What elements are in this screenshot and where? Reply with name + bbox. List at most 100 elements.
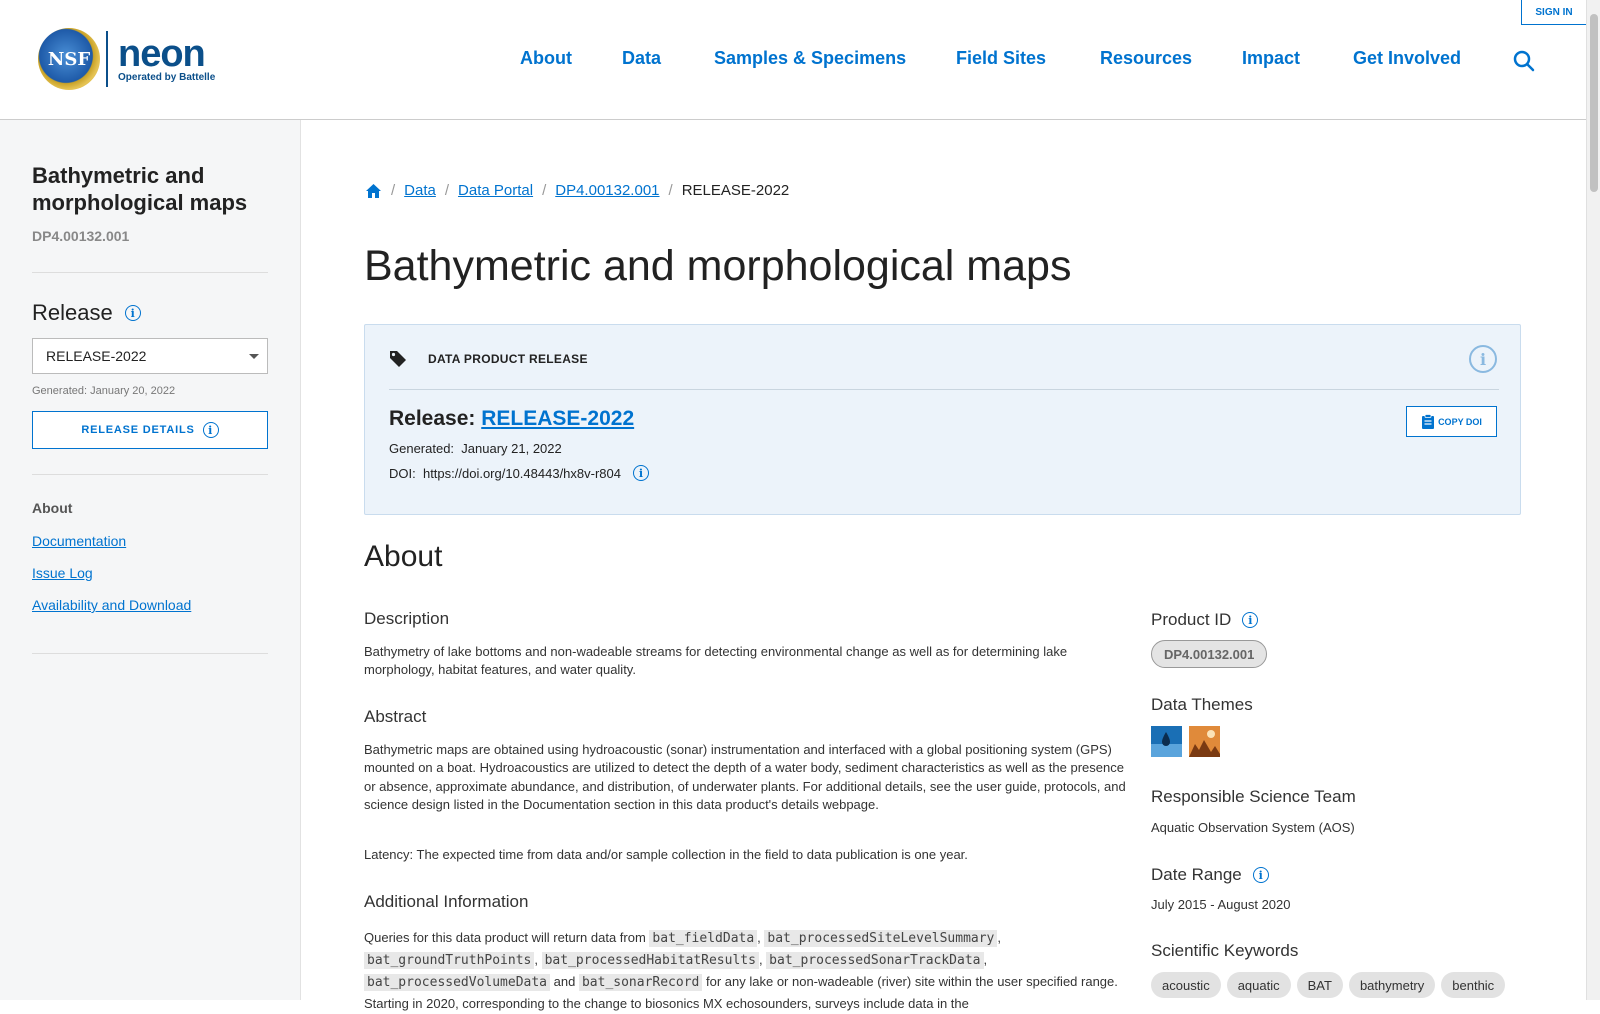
about-heading: About: [364, 540, 443, 573]
date-range-heading-text: Date Range: [1151, 865, 1242, 884]
release-heading-text: Release: [32, 300, 113, 325]
sidebar-link-availability-download[interactable]: Availability and Download: [32, 597, 191, 613]
keyword-chip[interactable]: BAT: [1296, 972, 1343, 998]
release-link[interactable]: RELEASE-2022: [481, 407, 634, 430]
copy-doi-button[interactable]: COPY DOI: [1406, 406, 1497, 437]
nav-samples-specimens[interactable]: Samples & Specimens: [714, 48, 906, 69]
info-icon[interactable]: i: [1469, 345, 1497, 373]
operated-by-text: Operated by Battelle: [118, 71, 216, 83]
page-title: Bathymetric and morphological maps: [364, 242, 1072, 290]
info-icon[interactable]: i: [1242, 612, 1259, 628]
table-name: bat_processedSiteLevelSummary: [764, 930, 998, 947]
neon-logo[interactable]: NSF neon Operated by Battelle: [38, 28, 215, 90]
product-id-chip: DP4.00132.001: [1151, 640, 1268, 668]
keywords-list: acoustic aquatic BAT bathymetry benthic: [1151, 972, 1506, 998]
breadcrumb-current: RELEASE-2022: [681, 182, 790, 199]
sign-in-button[interactable]: SIGN IN: [1521, 0, 1587, 25]
breadcrumb-data-portal[interactable]: Data Portal: [458, 182, 533, 199]
neon-name: neon: [118, 32, 206, 75]
search-icon[interactable]: [1512, 49, 1536, 73]
water-drop-icon[interactable]: [1151, 726, 1182, 757]
generated-label: Generated:: [389, 441, 455, 456]
keyword-chip[interactable]: bathymetry: [1348, 972, 1436, 998]
breadcrumb-separator: /: [391, 182, 396, 199]
description-text: Bathymetry of lake bottoms and non-wadea…: [364, 644, 1068, 678]
keyword-chip[interactable]: benthic: [1441, 972, 1506, 998]
neon-wordmark: neon Operated by Battelle: [118, 32, 216, 83]
product-id-heading: Product ID i: [1151, 610, 1259, 630]
release-panel-title: DATA PRODUCT RELEASE: [428, 352, 588, 366]
release-panel-divider: [389, 389, 1499, 390]
breadcrumb-separator: /: [668, 182, 673, 199]
keywords-heading: Scientific Keywords: [1151, 941, 1299, 960]
and-word: and: [553, 974, 576, 989]
doi-label: DOI:: [389, 465, 416, 481]
nsf-seal-logo: NSF: [38, 28, 100, 90]
abstract-text: Bathymetric maps are obtained using hydr…: [364, 742, 1126, 812]
release-select-value: RELEASE-2022: [46, 348, 147, 364]
logo-divider: [106, 31, 108, 87]
tag-icon: [389, 350, 407, 368]
sidebar-about-heading: About: [32, 500, 73, 516]
data-product-release-panel: DATA PRODUCT RELEASE i Release: RELEASE-…: [364, 324, 1521, 515]
team-value: Aquatic Observation System (AOS): [1151, 820, 1355, 835]
nav-resources[interactable]: Resources: [1100, 48, 1192, 69]
info-icon[interactable]: i: [1252, 867, 1269, 883]
sidebar-link-documentation[interactable]: Documentation: [32, 533, 126, 549]
additional-info-heading: Additional Information: [364, 892, 529, 911]
table-name: bat_fieldData: [649, 930, 758, 947]
nav-field-sites[interactable]: Field Sites: [956, 48, 1046, 69]
abstract-heading: Abstract: [364, 707, 427, 726]
breadcrumb: / Data / Data Portal / DP4.00132.001 / R…: [365, 182, 789, 199]
additional-prefix: Queries for this data product will retur…: [364, 930, 646, 945]
keyword-chip[interactable]: acoustic: [1151, 972, 1221, 998]
sidebar-link-issue-log[interactable]: Issue Log: [32, 565, 93, 581]
breadcrumb-data[interactable]: Data: [404, 182, 436, 199]
copy-doi-label: COPY DOI: [1438, 416, 1482, 427]
release-label: Release:: [389, 407, 476, 430]
product-id-heading-text: Product ID: [1151, 610, 1232, 629]
breadcrumb-product[interactable]: DP4.00132.001: [555, 182, 659, 199]
landscape-icon[interactable]: [1189, 726, 1220, 757]
sidebar-title: Bathymetric and morphological maps: [32, 163, 248, 215]
team-heading: Responsible Science Team: [1151, 787, 1356, 806]
info-icon[interactable]: i: [124, 305, 141, 321]
chevron-down-icon: [249, 354, 259, 359]
table-name: bat_sonarRecord: [578, 974, 703, 991]
release-select[interactable]: RELEASE-2022: [32, 338, 268, 374]
nav-get-involved[interactable]: Get Involved: [1353, 48, 1461, 69]
sidebar-generated-date: Generated: January 20, 2022: [32, 385, 176, 397]
breadcrumb-separator: /: [542, 182, 547, 199]
release-details-button[interactable]: RELEASE DETAILS i: [32, 411, 268, 449]
breadcrumb-separator: /: [444, 182, 450, 199]
nav-impact[interactable]: Impact: [1242, 48, 1300, 69]
latency-text: Latency: The expected time from data and…: [364, 847, 968, 862]
table-name: bat_processedSonarTrackData: [766, 952, 984, 969]
site-header: NSF neon Operated by Battelle About Data…: [0, 0, 1587, 120]
sidebar: Bathymetric and morphological maps DP4.0…: [0, 120, 301, 1000]
release-details-label: RELEASE DETAILS: [81, 424, 195, 436]
info-icon[interactable]: i: [633, 465, 649, 481]
doi-value: https://doi.org/10.48443/hx8v-r804: [422, 465, 621, 481]
sidebar-divider: [32, 272, 268, 273]
home-icon[interactable]: [365, 183, 382, 199]
generated-line: Generated: January 21, 2022: [389, 441, 562, 456]
sidebar-release-heading: Release i: [32, 300, 141, 326]
sidebar-divider: [32, 653, 268, 654]
keyword-chip[interactable]: aquatic: [1226, 972, 1291, 998]
date-range-heading: Date Range i: [1151, 865, 1269, 885]
additional-info-text: Queries for this data product will retur…: [364, 930, 1118, 1011]
scrollbar-thumb[interactable]: [1590, 14, 1598, 192]
clipboard-icon: [1422, 414, 1435, 429]
release-line: Release: RELEASE-2022: [389, 407, 634, 431]
info-icon: i: [202, 422, 219, 438]
generated-value: January 21, 2022: [461, 441, 562, 456]
table-name: bat_processedVolumeData: [364, 974, 551, 991]
nav-about[interactable]: About: [520, 48, 572, 69]
page-scrollbar[interactable]: [1586, 0, 1600, 1000]
date-range-value: July 2015 - August 2020: [1151, 897, 1291, 912]
data-themes-heading: Data Themes: [1151, 695, 1253, 714]
description-heading: Description: [364, 609, 450, 628]
nav-data[interactable]: Data: [622, 48, 661, 69]
sidebar-product-id: DP4.00132.001: [32, 228, 130, 244]
